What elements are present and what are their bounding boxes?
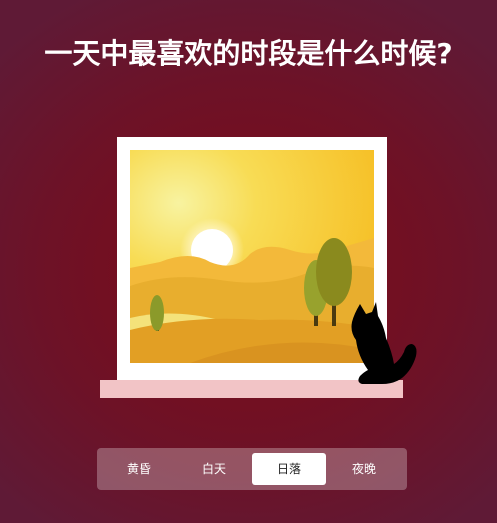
tab-night[interactable]: 夜晚 <box>327 453 401 485</box>
tree-icon <box>150 295 164 331</box>
tab-daytime[interactable]: 白天 <box>177 453 251 485</box>
landscape-illustration <box>130 150 374 363</box>
cat-icon <box>351 302 417 384</box>
time-of-day-tabs: 黄昏 白天 日落 夜晚 <box>97 448 407 490</box>
tab-dusk[interactable]: 黄昏 <box>102 453 176 485</box>
window-illustration <box>0 0 497 523</box>
tab-sunset[interactable]: 日落 <box>252 453 326 485</box>
sunset-scene <box>130 150 374 363</box>
